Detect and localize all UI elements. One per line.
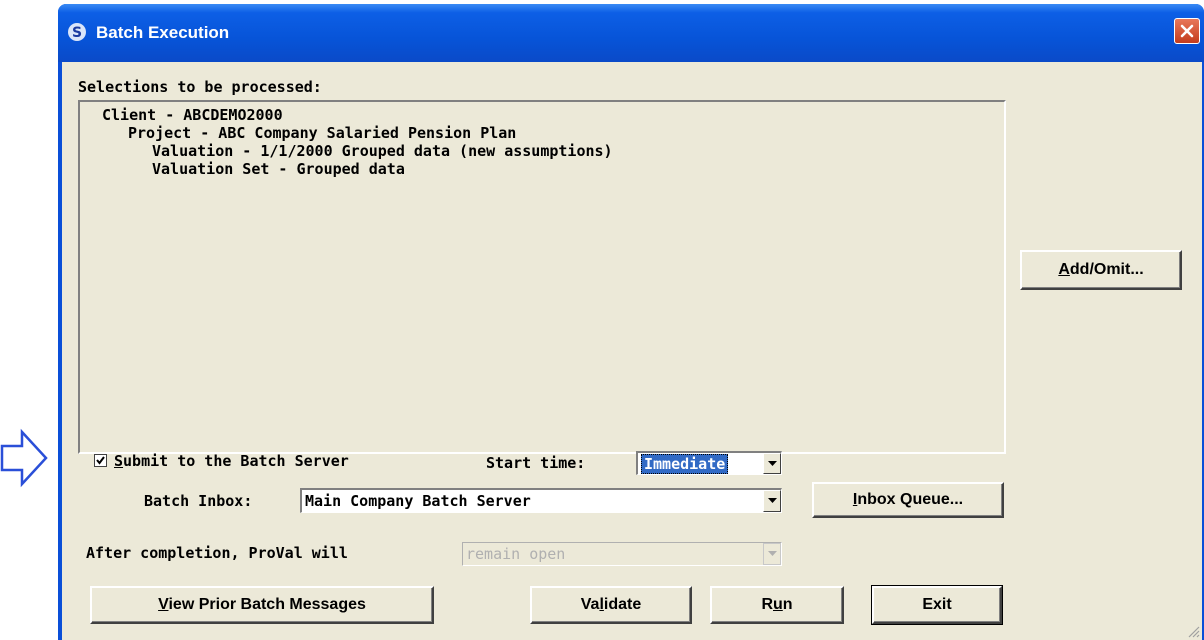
selections-label: Selections to be processed: [78,78,322,96]
checkmark-icon [96,456,105,465]
exit-button[interactable]: Exit [871,585,1003,625]
validate-label: Validate [580,596,642,613]
after-completion-dropdown-button [763,543,781,565]
run-button[interactable]: Run [710,586,844,624]
batch-inbox-dropdown-button[interactable] [763,490,781,512]
tree-item-valuation[interactable]: Valuation - 1/1/2000 Grouped data (new a… [152,142,613,160]
title-bar[interactable]: S Batch Execution [58,4,1204,62]
tree-item-client[interactable]: Client - ABCDEMO2000 [102,106,283,124]
view-prior-batch-messages-button[interactable]: View Prior Batch Messages [90,586,434,624]
run-label: Run [761,596,793,613]
resize-grip-icon[interactable] [1186,624,1200,638]
tree-item-valuation-set[interactable]: Valuation Set - Grouped data [152,160,405,178]
svg-text:S: S [72,25,82,41]
selections-listbox[interactable]: Client - ABCDEMO2000 Project - ABC Compa… [78,100,1006,454]
inbox-queue-button[interactable]: Inbox Queue... [812,482,1004,518]
batch-inbox-label: Batch Inbox: [144,492,253,510]
dialog-client-area: Selections to be processed: Client - ABC… [62,62,1202,640]
chevron-down-icon [768,461,777,466]
pointer-arrow-icon [0,428,48,488]
submit-checkbox[interactable] [94,454,107,467]
chevron-down-icon [768,498,777,503]
window-title: Batch Execution [96,23,230,42]
after-completion-label: After completion, ProVal will [86,544,348,562]
start-time-value: Immediate [641,454,729,474]
batch-inbox-combo[interactable]: Main Company Batch Server [300,488,782,513]
close-button[interactable] [1174,18,1200,44]
proval-app-icon: S [68,23,86,41]
close-icon [1180,24,1194,38]
batch-inbox-value: Main Company Batch Server [305,492,531,510]
view-prior-label: View Prior Batch Messages [158,596,366,613]
validate-button[interactable]: Validate [530,586,692,624]
batch-execution-window: S Batch Execution Selections to be proce… [58,4,1204,640]
chevron-down-icon [768,551,777,556]
tree-item-project[interactable]: Project - ABC Company Salaried Pension P… [128,124,516,142]
start-time-label: Start time: [486,454,586,472]
add-omit-label: Add/Omit... [1058,261,1144,278]
exit-label: Exit [922,596,952,613]
start-time-combo[interactable]: Immediate [636,451,782,475]
inbox-queue-label: Inbox Queue... [852,491,964,508]
start-time-dropdown-button[interactable] [763,453,781,474]
submit-label[interactable]: Submit to the Batch Server [114,452,349,470]
after-completion-combo: remain open [462,542,782,566]
after-completion-value: remain open [466,545,566,563]
add-omit-button[interactable]: Add/Omit... [1020,250,1182,290]
